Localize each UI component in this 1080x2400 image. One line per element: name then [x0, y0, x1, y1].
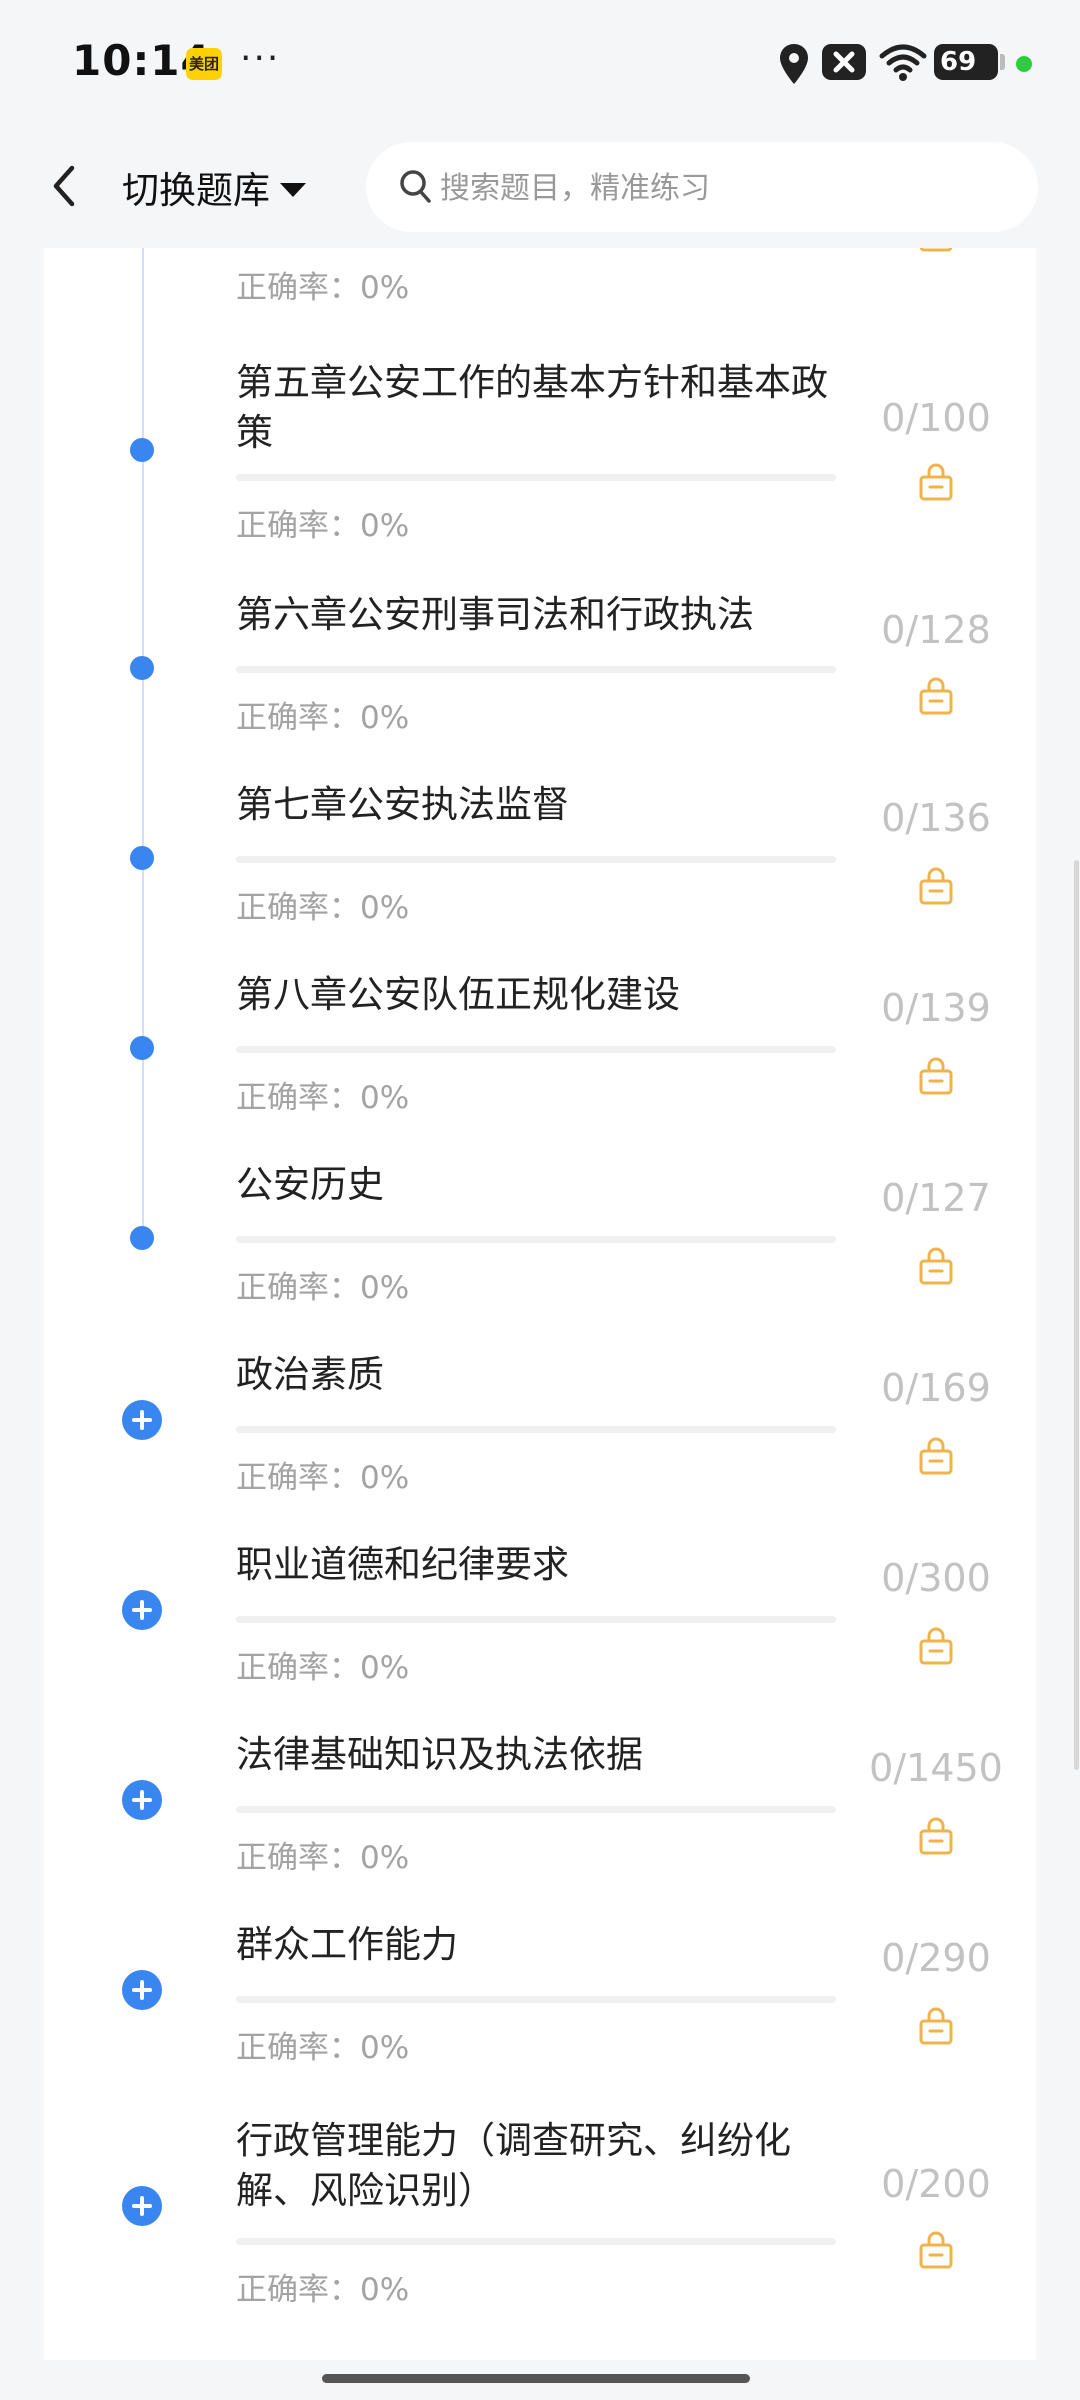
chapter-title[interactable]: 第五章公安工作的基本方针和基本政策: [236, 358, 836, 458]
question-count: 0/139: [881, 986, 991, 1030]
app-header: 切换题库: [0, 126, 1080, 248]
home-indicator[interactable]: [322, 2374, 750, 2383]
accuracy-label: 正确率：0%: [236, 270, 410, 306]
chapter-title[interactable]: 法律基础知识及执法依据: [236, 1730, 836, 1780]
chapter-title[interactable]: 第八章公安队伍正规化建设: [236, 970, 836, 1020]
question-count: 0/136: [881, 796, 991, 840]
question-count: 0/169: [881, 1366, 991, 1410]
lock-icon[interactable]: [918, 676, 954, 716]
lock-icon[interactable]: [918, 1436, 954, 1476]
accuracy-label: 正确率：0%: [236, 1840, 410, 1876]
chapter-title[interactable]: 政治素质: [236, 1350, 836, 1400]
question-count: 0/290: [881, 1936, 991, 1980]
timeline-dot: [130, 656, 154, 680]
lock-icon[interactable]: [918, 1056, 954, 1096]
lock-icon[interactable]: [918, 2006, 954, 2046]
progress-bar: [236, 666, 836, 673]
more-notifications-icon: ···: [240, 38, 281, 79]
progress-bar: [236, 1806, 836, 1813]
progress-bar: [236, 1996, 836, 2003]
search-box[interactable]: [366, 142, 1038, 234]
expand-plus-icon[interactable]: [122, 1780, 162, 1820]
wifi-icon: [879, 44, 927, 81]
expand-plus-icon[interactable]: [122, 1590, 162, 1630]
progress-bar: [236, 856, 836, 863]
expand-plus-icon[interactable]: [122, 1970, 162, 2010]
lock-icon[interactable]: [918, 1246, 954, 1286]
notification-x-icon: [822, 44, 866, 80]
chapter-title[interactable]: 职业道德和纪律要求: [236, 1540, 836, 1590]
accuracy-label: 正确率：0%: [236, 890, 410, 926]
status-bar: 10:14 美团 ··· 69: [0, 0, 1080, 126]
progress-bar: [236, 1046, 836, 1053]
timeline-line: [142, 248, 144, 1238]
accuracy-label: 正确率：0%: [236, 2272, 410, 2308]
switch-question-bank-button[interactable]: 切换题库: [122, 160, 306, 214]
lock-icon[interactable]: [918, 1816, 954, 1856]
accuracy-label: 正确率：0%: [236, 1270, 410, 1306]
question-count: 0/127: [881, 1176, 991, 1220]
battery-tail: [1000, 54, 1005, 70]
accuracy-label: 正确率：0%: [236, 2030, 410, 2066]
question-count: 0/200: [881, 2162, 991, 2206]
timeline-dot: [130, 438, 154, 462]
timeline-dot: [130, 1226, 154, 1250]
timeline-dot: [130, 846, 154, 870]
progress-bar: [236, 1236, 836, 1243]
question-count: 0/300: [881, 1556, 991, 1600]
location-icon: [780, 44, 808, 84]
timeline-dot: [130, 1036, 154, 1060]
expand-plus-icon[interactable]: [122, 1400, 162, 1440]
accuracy-label: 正确率：0%: [236, 508, 410, 544]
chapter-title[interactable]: 第七章公安执法监督: [236, 780, 836, 830]
accuracy-label: 正确率：0%: [236, 700, 410, 736]
question-count: 0/1450: [869, 1746, 1003, 1790]
search-icon: [400, 170, 431, 203]
progress-bar: [236, 1426, 836, 1433]
lock-icon[interactable]: [918, 462, 954, 502]
back-arrow-icon[interactable]: [40, 156, 90, 216]
progress-bar: [236, 474, 836, 481]
chapter-title[interactable]: 公安历史: [236, 1160, 836, 1210]
chapter-title[interactable]: 群众工作能力: [236, 1920, 836, 1970]
progress-bar: [236, 2238, 836, 2245]
search-input[interactable]: [438, 142, 1002, 234]
lock-icon[interactable]: [918, 1626, 954, 1666]
expand-plus-icon[interactable]: [122, 2186, 162, 2226]
privacy-indicator-dot: [1016, 56, 1032, 72]
battery-level: 69: [934, 44, 998, 80]
lock-icon[interactable]: [918, 866, 954, 906]
question-count: 0/128: [881, 608, 991, 652]
switch-question-bank-label: 切换题库: [122, 169, 270, 212]
caret-down-icon: [280, 182, 306, 197]
accuracy-label: 正确率：0%: [236, 1650, 410, 1686]
chapter-title[interactable]: 第六章公安刑事司法和行政执法: [236, 590, 836, 640]
accuracy-label: 正确率：0%: [236, 1080, 410, 1116]
meituan-app-icon: 美团: [186, 48, 222, 80]
question-count: 0/100: [881, 396, 991, 440]
lock-icon[interactable]: [918, 2230, 954, 2270]
accuracy-label: 正确率：0%: [236, 1460, 410, 1496]
progress-bar: [236, 1616, 836, 1623]
scrollbar-thumb[interactable]: [1074, 860, 1079, 1770]
chapter-title[interactable]: 行政管理能力（调查研究、纠纷化解、风险识别）: [236, 2116, 836, 2216]
chapter-list-card: [44, 220, 1036, 2360]
